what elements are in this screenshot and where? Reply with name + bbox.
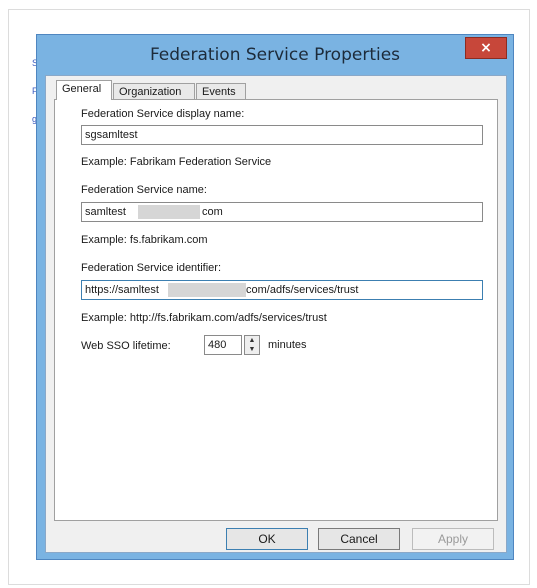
title-bar[interactable]: Federation Service Properties × — [37, 35, 513, 73]
sso-lifetime-unit: minutes — [268, 339, 307, 351]
close-icon: × — [480, 40, 492, 56]
service-name-field[interactable]: samltest com — [81, 202, 483, 222]
dialog-title: Federation Service Properties — [149, 45, 401, 65]
sso-lifetime-value: 480 — [208, 339, 227, 351]
sso-lifetime-label: Web SSO lifetime: — [81, 340, 171, 352]
display-name-value: sgsamltest — [85, 129, 138, 141]
service-name-suffix: com — [202, 206, 223, 218]
close-button[interactable]: × — [465, 37, 507, 59]
display-name-label: Federation Service display name: — [81, 108, 245, 120]
tab-organization[interactable]: Organization — [113, 83, 195, 100]
service-name-example: Example: fs.fabrikam.com — [81, 234, 208, 246]
spin-up-icon[interactable]: ▲ — [245, 336, 259, 345]
sso-lifetime-input[interactable]: 480 — [204, 335, 242, 355]
general-tab-panel: Federation Service display name: sgsamlt… — [54, 99, 498, 521]
tab-events[interactable]: Events — [196, 83, 246, 100]
ok-button[interactable]: OK — [226, 528, 308, 550]
identifier-prefix: https://samltest — [85, 284, 159, 296]
service-name-prefix: samltest — [85, 206, 126, 218]
redacted-region — [168, 283, 246, 297]
sso-lifetime-spinner[interactable]: ▲ ▼ — [244, 335, 260, 355]
dialog-client-area: General Organization Events Federation S… — [45, 75, 507, 553]
identifier-suffix: com/adfs/services/trust — [246, 284, 359, 296]
identifier-example: Example: http://fs.fabrikam.com/adfs/ser… — [81, 312, 327, 324]
spin-down-icon[interactable]: ▼ — [245, 345, 259, 354]
display-name-example: Example: Fabrikam Federation Service — [81, 156, 272, 168]
federation-properties-dialog: Federation Service Properties × General … — [36, 34, 514, 560]
tab-general[interactable]: General — [56, 80, 112, 100]
cancel-button[interactable]: Cancel — [318, 528, 400, 550]
identifier-field[interactable]: https://samltest com/adfs/services/trust — [81, 280, 483, 300]
apply-button[interactable]: Apply — [412, 528, 494, 550]
service-name-label: Federation Service name: — [81, 184, 207, 196]
display-name-field[interactable]: sgsamltest — [81, 125, 483, 145]
identifier-label: Federation Service identifier: — [81, 262, 222, 274]
redacted-region — [138, 205, 200, 219]
